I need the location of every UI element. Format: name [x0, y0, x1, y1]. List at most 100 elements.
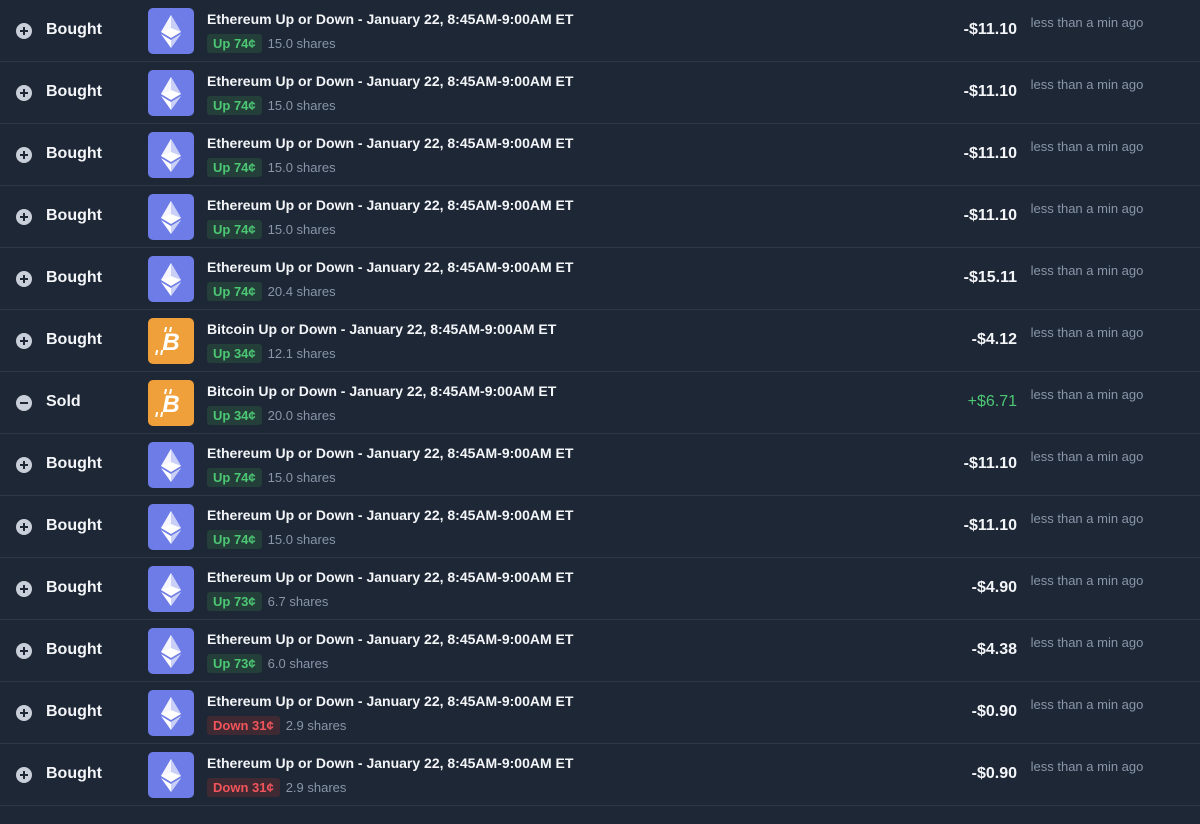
outcome-badge: Up 74¢	[207, 33, 262, 53]
market-title[interactable]: Ethereum Up or Down - January 22, 8:45AM…	[207, 73, 573, 89]
shares-count: 15.0 shares	[267, 159, 336, 175]
amount-value: -$4.90	[971, 579, 1017, 596]
shares-count: 15.0 shares	[267, 531, 336, 547]
ethereum-icon[interactable]	[148, 8, 194, 54]
position-details: Up 74¢ 15.0 shares	[207, 33, 336, 53]
timestamp: less than a min ago	[1030, 325, 1144, 340]
activity-row[interactable]: Bought Ethereum Up or Down - January 22, …	[0, 744, 1200, 806]
position-details: Down 31¢ 2.9 shares	[207, 777, 346, 797]
position-details: Up 34¢ 12.1 shares	[207, 343, 336, 363]
shares-count: 6.0 shares	[267, 655, 329, 671]
market-title[interactable]: Ethereum Up or Down - January 22, 8:45AM…	[207, 507, 573, 523]
activity-row[interactable]: Bought Ethereum Up or Down - January 22, …	[0, 62, 1200, 124]
activity-list: Bought Ethereum Up or Down - January 22, …	[0, 0, 1200, 824]
ethereum-icon[interactable]	[148, 132, 194, 178]
market-title[interactable]: Ethereum Up or Down - January 22, 8:45AM…	[207, 259, 573, 275]
plus-circle-icon	[16, 271, 32, 287]
ethereum-icon[interactable]	[148, 194, 194, 240]
timestamp: less than a min ago	[1030, 77, 1144, 92]
action-label: Bought	[46, 455, 102, 472]
timestamp: less than a min ago	[1030, 697, 1144, 712]
position-details: Up 73¢ 6.7 shares	[207, 591, 328, 611]
amount-value: -$11.10	[963, 145, 1017, 162]
svg-text:B: B	[162, 391, 179, 418]
action-label: Bought	[46, 331, 102, 348]
position-details: Up 74¢ 15.0 shares	[207, 529, 336, 549]
activity-row[interactable]: Bought Ethereum Up or Down - January 22, …	[0, 620, 1200, 682]
amount-value: -$4.12	[971, 331, 1017, 348]
activity-row[interactable]: Bought Ethereum Up or Down - January 22, …	[0, 558, 1200, 620]
market-title[interactable]: Bitcoin Up or Down - January 22, 8:45AM-…	[207, 383, 556, 399]
market-title[interactable]: Ethereum Up or Down - January 22, 8:45AM…	[207, 631, 573, 647]
action-label: Bought	[46, 145, 102, 162]
ethereum-icon[interactable]	[148, 442, 194, 488]
activity-row[interactable]: Bought B Bitcoin Up or Down - January 22, …	[0, 310, 1200, 372]
market-title[interactable]: Ethereum Up or Down - January 22, 8:45AM…	[207, 755, 573, 771]
amount-value: -$11.10	[963, 455, 1017, 472]
ethereum-icon[interactable]	[148, 690, 194, 736]
market-title[interactable]: Ethereum Up or Down - January 22, 8:45AM…	[207, 569, 573, 585]
plus-circle-icon	[16, 147, 32, 163]
timestamp: less than a min ago	[1030, 573, 1144, 588]
amount-value: -$11.10	[963, 83, 1017, 100]
activity-row[interactable]: Bought Ethereum Up or Down - January 22, …	[0, 496, 1200, 558]
shares-count: 6.7 shares	[267, 593, 329, 609]
action-label: Bought	[46, 641, 102, 658]
position-details: Up 74¢ 15.0 shares	[207, 219, 336, 239]
market-title[interactable]: Ethereum Up or Down - January 22, 8:45AM…	[207, 197, 573, 213]
activity-row[interactable]: Bought Ethereum Up or Down - January 22, …	[0, 682, 1200, 744]
outcome-badge: Down 31¢	[207, 777, 280, 797]
outcome-badge: Up 34¢	[207, 405, 262, 425]
ethereum-icon[interactable]	[148, 70, 194, 116]
plus-circle-icon	[16, 581, 32, 597]
position-details: Down 31¢ 2.9 shares	[207, 715, 346, 735]
plus-circle-icon	[16, 85, 32, 101]
market-title[interactable]: Ethereum Up or Down - January 22, 8:45AM…	[207, 135, 573, 151]
plus-circle-icon	[16, 209, 32, 225]
activity-row[interactable]: Bought Ethereum Up or Down - January 22, …	[0, 0, 1200, 62]
timestamp: less than a min ago	[1030, 759, 1144, 774]
ethereum-icon[interactable]	[148, 628, 194, 674]
market-title[interactable]: Bitcoin Up or Down - January 22, 8:45AM-…	[207, 321, 556, 337]
timestamp: less than a min ago	[1030, 449, 1144, 464]
position-details: Up 74¢ 15.0 shares	[207, 467, 336, 487]
outcome-badge: Up 74¢	[207, 219, 262, 239]
outcome-badge: Up 74¢	[207, 467, 262, 487]
market-title[interactable]: Ethereum Up or Down - January 22, 8:45AM…	[207, 445, 573, 461]
activity-row[interactable]: Bought Ethereum Up or Down - January 22, …	[0, 434, 1200, 496]
activity-row[interactable]: Bought Ethereum Up or Down - January 22, …	[0, 124, 1200, 186]
amount-value: +$6.71	[967, 393, 1017, 410]
shares-count: 12.1 shares	[267, 345, 336, 361]
ethereum-icon[interactable]	[148, 256, 194, 302]
amount-value: -$11.10	[963, 21, 1017, 38]
timestamp: less than a min ago	[1030, 511, 1144, 526]
market-title[interactable]: Ethereum Up or Down - January 22, 8:45AM…	[207, 11, 573, 27]
plus-circle-icon	[16, 519, 32, 535]
shares-count: 15.0 shares	[267, 35, 336, 51]
timestamp: less than a min ago	[1030, 15, 1144, 30]
position-details: Up 74¢ 20.4 shares	[207, 281, 336, 301]
amount-value: -$4.38	[971, 641, 1017, 658]
activity-row[interactable]: Bought Ethereum Up or Down - January 22, …	[0, 186, 1200, 248]
bitcoin-icon[interactable]: B	[148, 318, 194, 364]
market-title[interactable]: Ethereum Up or Down - January 22, 8:45AM…	[207, 693, 573, 709]
activity-row[interactable]: Sold B Bitcoin Up or Down - January 22, 8:…	[0, 372, 1200, 434]
amount-value: -$0.90	[971, 703, 1017, 720]
shares-count: 2.9 shares	[285, 717, 347, 733]
outcome-badge: Up 74¢	[207, 157, 262, 177]
amount-value: -$15.11	[963, 269, 1017, 286]
ethereum-icon[interactable]	[148, 752, 194, 798]
outcome-badge: Up 73¢	[207, 653, 262, 673]
plus-circle-icon	[16, 643, 32, 659]
outcome-badge: Up 74¢	[207, 95, 262, 115]
position-details: Up 74¢ 15.0 shares	[207, 95, 336, 115]
action-label: Bought	[46, 21, 102, 38]
activity-row[interactable]: Bought Ethereum Up or Down - January 22, …	[0, 248, 1200, 310]
bitcoin-icon[interactable]: B	[148, 380, 194, 426]
ethereum-icon[interactable]	[148, 504, 194, 550]
ethereum-icon[interactable]	[148, 566, 194, 612]
minus-circle-icon	[16, 395, 32, 411]
amount-value: -$11.10	[963, 517, 1017, 534]
shares-count: 15.0 shares	[267, 97, 336, 113]
action-label: Bought	[46, 579, 102, 596]
